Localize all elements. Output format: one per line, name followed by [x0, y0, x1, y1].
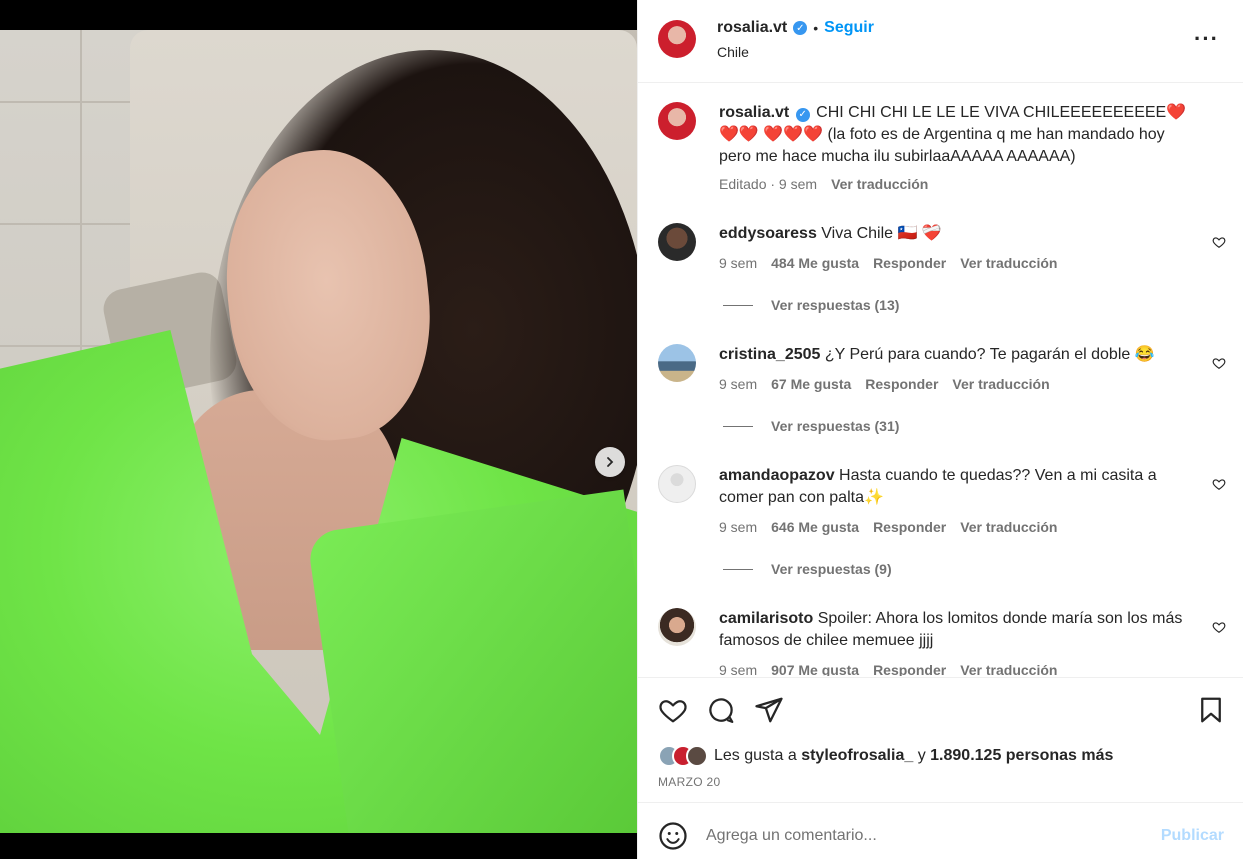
- author-avatar[interactable]: [658, 20, 696, 58]
- carousel-next-button[interactable]: [595, 447, 625, 477]
- comments-list[interactable]: rosalia.vt ✓ CHI CHI CHI LE LE LE VIVA C…: [638, 84, 1243, 676]
- separator-dot: •: [813, 20, 819, 36]
- comment-time: 9 sem: [719, 662, 758, 676]
- comment-reply-button[interactable]: Responder: [873, 519, 946, 535]
- view-replies-button[interactable]: Ver respuestas (31): [723, 418, 899, 434]
- likes-others[interactable]: 1.890.125 personas más: [930, 747, 1113, 764]
- likes-user[interactable]: styleofrosalia_: [801, 747, 913, 764]
- green-shirt-sleeve: [306, 489, 637, 833]
- caption: rosalia.vt ✓ CHI CHI CHI LE LE LE VIVA C…: [638, 102, 1243, 202]
- comment-likes-count[interactable]: 646 Me gusta: [771, 519, 859, 535]
- comment-input[interactable]: [706, 822, 1136, 850]
- comment-translate-link[interactable]: Ver traducción: [952, 376, 1049, 392]
- caption-body: CHI CHI CHI LE LE LE VIVA CHILEEEEEEEEEE…: [719, 104, 1187, 165]
- comment-username[interactable]: cristina_2505: [719, 346, 820, 363]
- author-username[interactable]: rosalia.vt: [717, 19, 787, 37]
- comment-item: amandaopazov Hasta cuando te quedas?? Ve…: [638, 465, 1243, 585]
- comment-like-heart-icon[interactable]: [1212, 620, 1226, 634]
- likes-prefix: Les gusta a: [714, 747, 797, 764]
- post-actions: Les gusta a styleofrosalia_ y 1.890.125 …: [638, 677, 1243, 803]
- comment-username[interactable]: amandaopazov: [719, 467, 835, 484]
- likes-summary: Les gusta a styleofrosalia_ y 1.890.125 …: [658, 745, 1113, 767]
- view-replies-label: Ver respuestas (13): [771, 297, 900, 313]
- post-image[interactable]: [0, 30, 637, 833]
- comment-item: cristina_2505 ¿Y Perú para cuando? Te pa…: [638, 344, 1243, 444]
- comment-translate-link[interactable]: Ver traducción: [960, 519, 1057, 535]
- caption-translate-link[interactable]: Ver traducción: [831, 176, 928, 192]
- comment-bubble-icon[interactable]: [706, 695, 736, 725]
- likes-joiner: y: [917, 747, 926, 764]
- commenter-avatar[interactable]: [658, 344, 696, 382]
- liker-avatar: [686, 745, 708, 767]
- verified-badge-icon: ✓: [795, 108, 810, 122]
- like-heart-icon[interactable]: [658, 695, 688, 725]
- save-bookmark-icon[interactable]: [1196, 695, 1226, 725]
- emoji-icon[interactable]: [658, 821, 688, 851]
- liker-avatars: [658, 745, 708, 767]
- replies-line: [723, 304, 753, 306]
- commenter-avatar-default[interactable]: [658, 465, 696, 503]
- post-panel: rosalia.vt ✓ • Seguir Chile ··· rosalia.…: [637, 0, 1243, 859]
- post-header: rosalia.vt ✓ • Seguir Chile ···: [638, 0, 1243, 83]
- comment-text: Viva Chile 🇨🇱 ❤️‍🩹: [821, 225, 942, 242]
- share-send-icon[interactable]: [754, 695, 784, 725]
- commenter-avatar[interactable]: [658, 223, 696, 261]
- comment-item: eddysoaress Viva Chile 🇨🇱 ❤️‍🩹 9 sem 484…: [638, 223, 1243, 323]
- comment-like-heart-icon[interactable]: [1212, 356, 1226, 370]
- author-avatar[interactable]: [658, 102, 696, 140]
- comment-likes-count[interactable]: 67 Me gusta: [771, 376, 851, 392]
- replies-line: [723, 568, 753, 570]
- comment-reply-button[interactable]: Responder: [873, 662, 946, 676]
- commenter-avatar[interactable]: [658, 608, 696, 646]
- view-replies-button[interactable]: Ver respuestas (13): [723, 297, 899, 313]
- comment-like-heart-icon[interactable]: [1212, 477, 1226, 491]
- comment-text: ¿Y Perú para cuando? Te pagarán el doble…: [824, 346, 1155, 363]
- publish-button[interactable]: Publicar: [1161, 827, 1224, 845]
- caption-text: rosalia.vt ✓ CHI CHI CHI LE LE LE VIVA C…: [719, 102, 1199, 168]
- post-location[interactable]: Chile: [717, 44, 749, 60]
- comment-item: camilarisoto Spoiler: Ahora los lomitos …: [638, 608, 1243, 676]
- view-replies-label: Ver respuestas (9): [771, 561, 892, 577]
- comment-translate-link[interactable]: Ver traducción: [960, 662, 1057, 676]
- follow-button[interactable]: Seguir: [824, 19, 874, 37]
- comment-username[interactable]: camilarisoto: [719, 610, 813, 627]
- verified-badge-icon: ✓: [793, 21, 808, 35]
- comment-reply-button[interactable]: Responder: [865, 376, 938, 392]
- view-replies-button[interactable]: Ver respuestas (9): [723, 561, 892, 577]
- likes-text: Les gusta a styleofrosalia_ y 1.890.125 …: [714, 747, 1113, 765]
- post-date[interactable]: MARZO 20: [658, 775, 720, 789]
- comment-time: 9 sem: [719, 255, 758, 271]
- comment-username[interactable]: eddysoaress: [719, 225, 817, 242]
- comment-like-heart-icon[interactable]: [1212, 235, 1226, 249]
- caption-username[interactable]: rosalia.vt: [719, 104, 789, 121]
- comment-time: 9 sem: [719, 376, 758, 392]
- comment-time: 9 sem: [719, 519, 758, 535]
- replies-line: [723, 425, 753, 427]
- comment-reply-button[interactable]: Responder: [873, 255, 946, 271]
- comment-translate-link[interactable]: Ver traducción: [960, 255, 1057, 271]
- caption-edited: Editado · 9 sem: [719, 176, 818, 192]
- chevron-right-icon: [607, 457, 614, 467]
- view-replies-label: Ver respuestas (31): [771, 418, 900, 434]
- more-options-icon[interactable]: ···: [1194, 28, 1219, 50]
- add-comment-bar: Publicar: [638, 804, 1243, 859]
- comment-likes-count[interactable]: 907 Me gusta: [771, 662, 859, 676]
- comment-likes-count[interactable]: 484 Me gusta: [771, 255, 859, 271]
